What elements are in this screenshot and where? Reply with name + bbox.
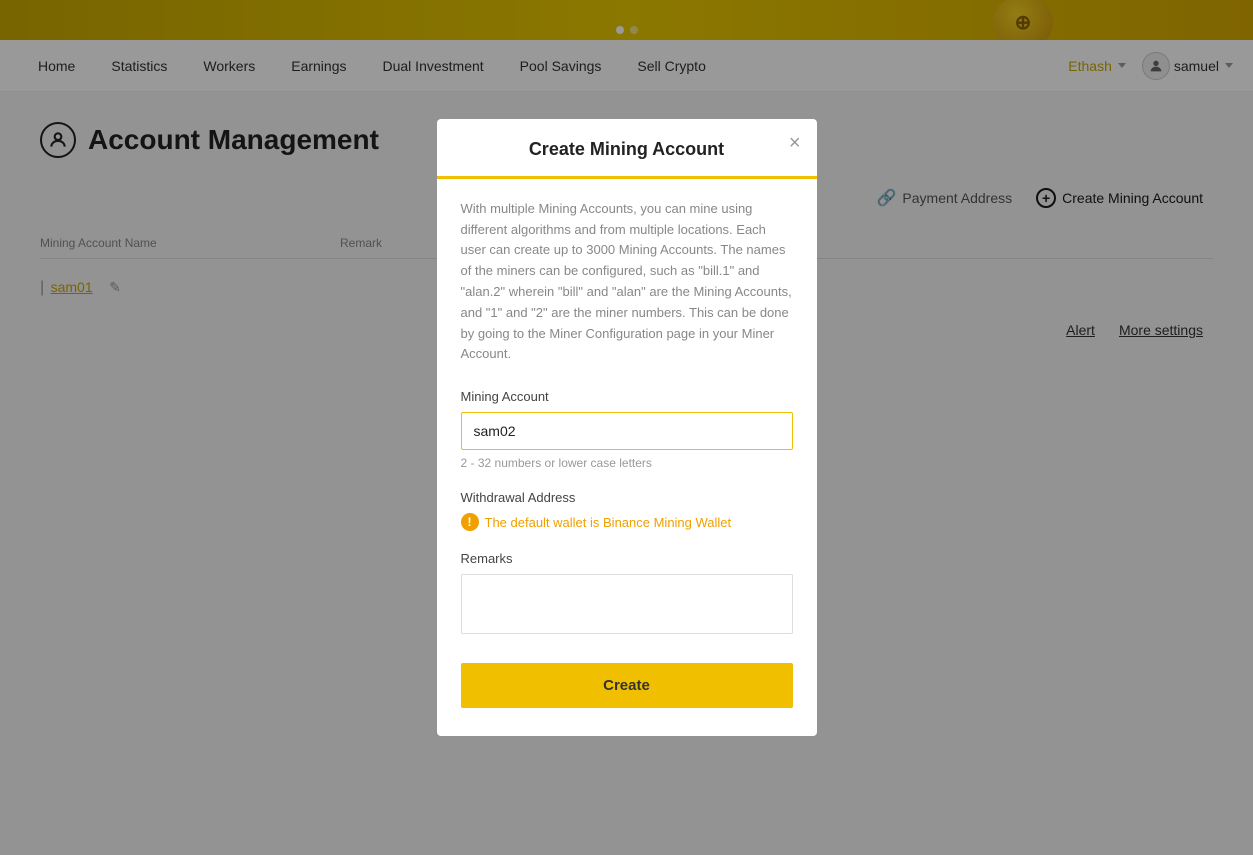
withdrawal-warning: ! The default wallet is Binance Mining W… [461, 513, 793, 531]
create-button[interactable]: Create [461, 663, 793, 708]
remarks-label: Remarks [461, 551, 793, 566]
modal-close-button[interactable]: × [789, 133, 801, 153]
withdrawal-warning-text: The default wallet is Binance Mining Wal… [485, 515, 732, 530]
withdrawal-address-label: Withdrawal Address [461, 490, 793, 505]
modal-description: With multiple Mining Accounts, you can m… [461, 199, 793, 365]
create-mining-account-modal: Create Mining Account × With multiple Mi… [437, 119, 817, 736]
warning-icon: ! [461, 513, 479, 531]
mining-account-label: Mining Account [461, 389, 793, 404]
modal-header: Create Mining Account [437, 119, 817, 179]
modal-body: With multiple Mining Accounts, you can m… [437, 179, 817, 736]
remarks-input[interactable] [461, 574, 793, 634]
mining-account-input[interactable] [461, 412, 793, 450]
modal-overlay: Create Mining Account × With multiple Mi… [0, 0, 1253, 855]
modal-title: Create Mining Account [529, 139, 724, 159]
mining-account-hint: 2 - 32 numbers or lower case letters [461, 456, 793, 470]
